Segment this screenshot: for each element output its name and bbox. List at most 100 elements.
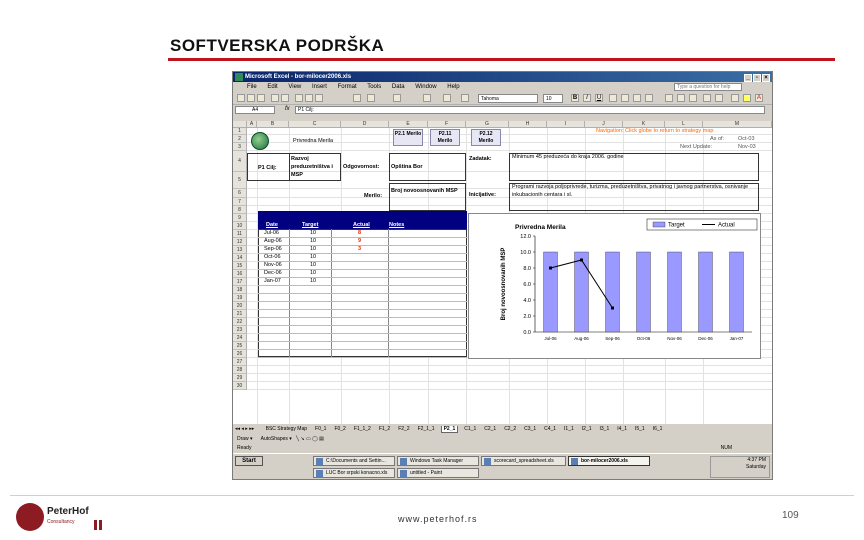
row-header[interactable]: 2: [233, 135, 247, 143]
row-header[interactable]: 23: [233, 326, 247, 334]
row-header[interactable]: 25: [233, 342, 247, 350]
sheet-tab[interactable]: C2_2: [502, 426, 518, 432]
name-box[interactable]: A4: [235, 106, 275, 114]
sheet-tab[interactable]: P2_1: [440, 426, 459, 433]
sheet-tab[interactable]: F1_1_2: [352, 426, 373, 432]
bold-icon[interactable]: B: [571, 94, 579, 102]
task-scorecard[interactable]: scorecard_spreadsheet.xls: [481, 456, 566, 466]
cut-icon[interactable]: [295, 94, 303, 102]
underline-icon[interactable]: U: [595, 94, 603, 102]
row-header[interactable]: 28: [233, 366, 247, 374]
col-header-m[interactable]: M: [703, 121, 772, 128]
row-header[interactable]: 18: [233, 286, 247, 294]
font-name-select[interactable]: Tahoma: [478, 94, 538, 103]
row-header[interactable]: 17: [233, 278, 247, 286]
decrease-indent-icon[interactable]: [703, 94, 711, 102]
col-header-h[interactable]: H: [509, 121, 547, 128]
sort-icon[interactable]: [423, 94, 431, 102]
align-center-icon[interactable]: [621, 94, 629, 102]
row-header[interactable]: 1: [233, 128, 247, 135]
menu-help[interactable]: Help: [447, 84, 459, 90]
sheet-tab[interactable]: I1_1: [562, 426, 576, 432]
row-header[interactable]: 7: [233, 198, 247, 206]
menu-insert[interactable]: Insert: [312, 84, 327, 90]
row-header[interactable]: 6: [233, 189, 247, 198]
col-header-j[interactable]: J: [585, 121, 623, 128]
restore-icon[interactable]: ▫: [753, 74, 761, 82]
row-header[interactable]: 8: [233, 206, 247, 214]
oval-icon[interactable]: ◯: [312, 436, 318, 442]
col-header-c[interactable]: C: [289, 121, 341, 128]
sheet-tab[interactable]: F0_2: [332, 426, 347, 432]
row-header[interactable]: 3: [233, 143, 247, 151]
line-icon[interactable]: ╲: [296, 436, 299, 442]
italic-icon[interactable]: I: [583, 94, 591, 102]
col-header-i[interactable]: I: [547, 121, 585, 128]
help-search-input[interactable]: Type a question for help: [674, 83, 742, 91]
minimize-icon[interactable]: _: [744, 74, 752, 82]
sheet-tab[interactable]: F2_1_1: [416, 426, 437, 432]
new-icon[interactable]: [237, 94, 245, 102]
sheet-tab[interactable]: C2_1: [482, 426, 498, 432]
percent-icon[interactable]: [677, 94, 685, 102]
copy-icon[interactable]: [305, 94, 313, 102]
sheet-tab[interactable]: I6_1: [651, 426, 665, 432]
menu-format[interactable]: Format: [338, 84, 357, 90]
menu-edit[interactable]: Edit: [267, 84, 277, 90]
nav-button-p2-12[interactable]: P2.12 Merilo: [471, 129, 501, 146]
increase-indent-icon[interactable]: [715, 94, 723, 102]
row-header[interactable]: 10: [233, 222, 247, 230]
row-header[interactable]: 15: [233, 262, 247, 270]
sheet-tab[interactable]: F1_2: [377, 426, 392, 432]
help-icon[interactable]: [461, 94, 469, 102]
row-header[interactable]: 26: [233, 350, 247, 358]
font-color-icon[interactable]: A: [755, 94, 763, 102]
autoshapes-button[interactable]: AutoShapes: [261, 436, 288, 442]
globe-icon[interactable]: [251, 132, 269, 150]
chart-wizard-icon[interactable]: [443, 94, 451, 102]
merge-icon[interactable]: [645, 94, 653, 102]
task-paint[interactable]: untitled - Paint: [397, 468, 479, 478]
row-header[interactable]: 16: [233, 270, 247, 278]
row-header[interactable]: 30: [233, 382, 247, 390]
nav-button-p2-11[interactable]: P2.11 Merilo: [430, 129, 460, 146]
fx-icon[interactable]: fx: [285, 106, 290, 112]
row-header[interactable]: 14: [233, 254, 247, 262]
row-header[interactable]: 20: [233, 302, 247, 310]
chart-container[interactable]: Privredna Merila Broj novoosnovanih MSP …: [468, 213, 761, 359]
textbox-icon[interactable]: ▤: [319, 436, 324, 442]
row-header[interactable]: 21: [233, 310, 247, 318]
rectangle-icon[interactable]: ▭: [306, 436, 311, 442]
sheet-tab[interactable]: C3_1: [522, 426, 538, 432]
tab-nav-arrows[interactable]: ◂◂ ◂ ▸ ▸▸: [233, 426, 256, 432]
sheet-tab[interactable]: BSC Strategy Map: [264, 426, 309, 432]
menu-view[interactable]: View: [288, 84, 301, 90]
col-header-l[interactable]: L: [665, 121, 703, 128]
row-header[interactable]: 19: [233, 294, 247, 302]
col-header-e[interactable]: E: [389, 121, 428, 128]
print-icon[interactable]: [271, 94, 279, 102]
menu-window[interactable]: Window: [415, 84, 436, 90]
row-header[interactable]: 29: [233, 374, 247, 382]
save-icon[interactable]: [257, 94, 265, 102]
paste-icon[interactable]: [315, 94, 323, 102]
col-header-k[interactable]: K: [623, 121, 665, 128]
sheet-tab[interactable]: I5_1: [633, 426, 647, 432]
sheet-tab[interactable]: I4_1: [615, 426, 629, 432]
select-all-corner[interactable]: [233, 121, 247, 128]
row-header[interactable]: 12: [233, 238, 247, 246]
task-manager[interactable]: Windows Task Manager: [397, 456, 479, 466]
row-header[interactable]: 27: [233, 358, 247, 366]
formula-input[interactable]: P1 Cilj:: [295, 106, 765, 114]
start-button[interactable]: Start: [235, 456, 263, 466]
draw-menu-button[interactable]: Draw: [237, 436, 249, 442]
row-header[interactable]: 11: [233, 230, 247, 238]
currency-icon[interactable]: [665, 94, 673, 102]
redo-icon[interactable]: [367, 94, 375, 102]
sheet-tab[interactable]: F2_2: [396, 426, 411, 432]
row-header[interactable]: 22: [233, 318, 247, 326]
align-right-icon[interactable]: [633, 94, 641, 102]
task-documents[interactable]: C:\Documents and Settin...: [313, 456, 395, 466]
font-size-select[interactable]: 10: [543, 94, 563, 103]
col-header-d[interactable]: D: [341, 121, 389, 128]
